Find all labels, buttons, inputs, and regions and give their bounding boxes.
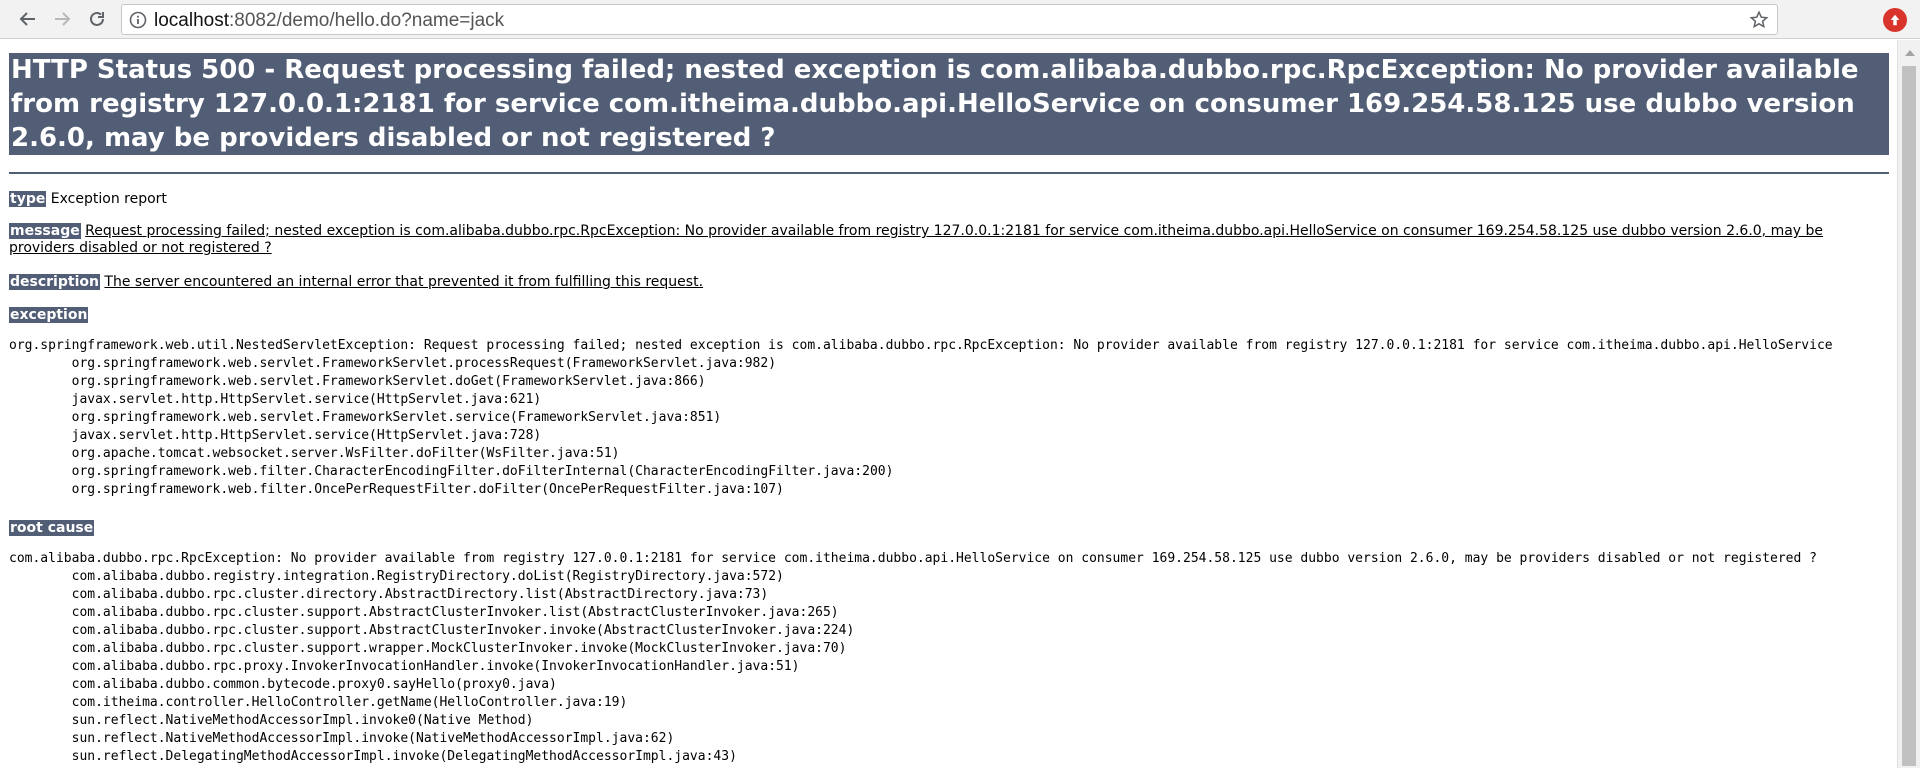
- vertical-scrollbar[interactable]: [1897, 40, 1920, 768]
- address-bar[interactable]: localhost:8082/demo/hello.do?name=jack: [121, 4, 1778, 35]
- description-value: The server encountered an internal error…: [104, 274, 704, 290]
- url-text[interactable]: localhost:8082/demo/hello.do?name=jack: [154, 10, 504, 32]
- forward-arrow-icon[interactable]: [50, 7, 74, 31]
- exception-heading: exception: [9, 307, 89, 324]
- exception-trace: org.springframework.web.util.NestedServl…: [9, 338, 1833, 497]
- page-content: HTTP Status 500 - Request processing fai…: [0, 40, 1897, 768]
- type-label: type: [9, 191, 47, 207]
- type-value: Exception report: [50, 191, 167, 207]
- description-label: description: [9, 274, 100, 290]
- root-cause-label: root cause: [9, 520, 95, 536]
- message-label: message: [9, 223, 81, 239]
- exception-label: exception: [9, 307, 89, 323]
- extension-icon[interactable]: [1883, 8, 1907, 32]
- root-cause-trace: com.alibaba.dubbo.rpc.RpcException: No p…: [9, 551, 1817, 764]
- scroll-up-arrow-icon[interactable]: [1905, 50, 1915, 56]
- reload-icon[interactable]: [85, 7, 109, 31]
- url-host: localhost: [154, 10, 229, 31]
- url-path: :8082/demo/hello.do?name=jack: [229, 10, 505, 31]
- info-icon[interactable]: [129, 11, 147, 29]
- type-row: type Exception report: [9, 191, 167, 208]
- description-row: description The server encountered an in…: [9, 274, 703, 291]
- back-arrow-icon[interactable]: [16, 7, 40, 31]
- root-cause-heading: root cause: [9, 520, 95, 537]
- page-title: HTTP Status 500 - Request processing fai…: [9, 53, 1889, 155]
- divider: [9, 172, 1889, 174]
- scrollbar-thumb[interactable]: [1902, 66, 1916, 766]
- star-icon[interactable]: [1749, 10, 1769, 30]
- message-row: message Request processing failed; neste…: [9, 223, 1889, 257]
- browser-toolbar: localhost:8082/demo/hello.do?name=jack: [0, 0, 1920, 39]
- message-value: Request processing failed; nested except…: [9, 223, 1824, 256]
